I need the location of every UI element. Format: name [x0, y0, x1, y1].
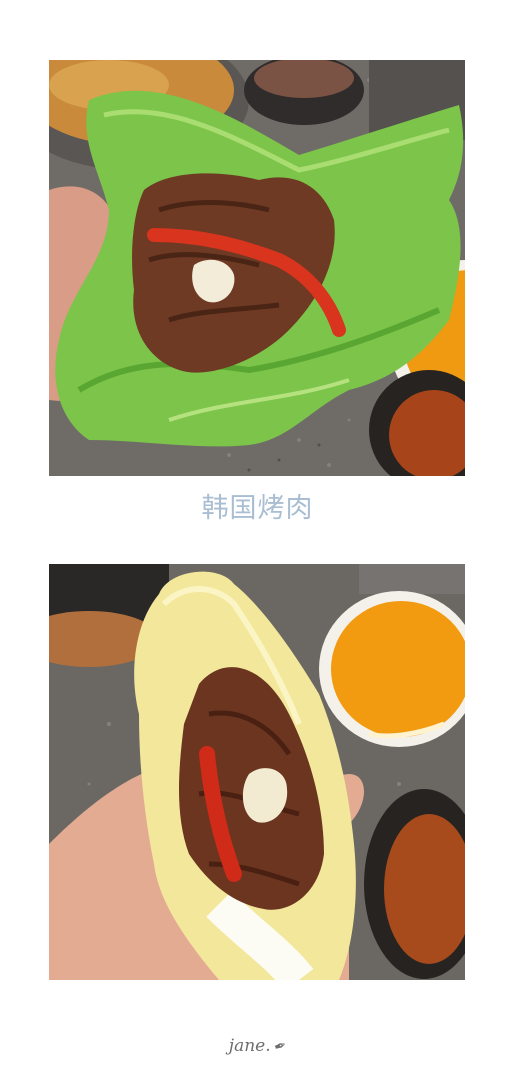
- photo-caption: 韩国烤肉: [201, 493, 314, 524]
- lettuce-wrap-photo: [49, 60, 465, 476]
- signature: jane.✒: [0, 1035, 515, 1057]
- cabbage-wrap-illustration: [49, 564, 465, 980]
- cabbage-wrap-photo: [49, 564, 465, 980]
- signature-text: jane.: [228, 1036, 271, 1056]
- feather-icon: ✒: [270, 1035, 289, 1057]
- lettuce-wrap-illustration: [49, 60, 465, 476]
